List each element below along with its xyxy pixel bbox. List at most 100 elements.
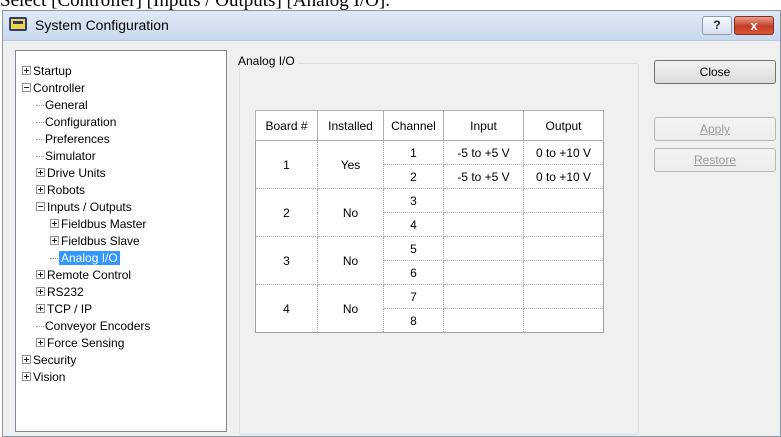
help-button[interactable]: ? [702, 16, 732, 35]
cell-channel[interactable]: 3 [383, 188, 444, 213]
tree-item-label: Conveyor Encoders [45, 319, 151, 333]
tree-item-inputs-outputs[interactable]: Inputs / Outputs [36, 199, 132, 215]
tree-item-label: Vision [33, 370, 66, 384]
tree-item-label: General [45, 98, 88, 112]
title-bar: System Configuration ? x [3, 11, 780, 41]
cell-output[interactable] [523, 236, 604, 261]
cell-output[interactable] [523, 284, 604, 309]
cell-channel[interactable]: 1 [383, 140, 444, 165]
collapse-icon[interactable] [22, 83, 31, 93]
tree-item-label: Security [33, 353, 77, 367]
expand-icon[interactable] [36, 338, 45, 348]
tree-item-remote-control[interactable]: Remote Control [36, 267, 131, 283]
tree-item-preferences[interactable]: Preferences [36, 131, 110, 147]
expand-icon[interactable] [22, 372, 31, 382]
tree-item-label: Robots [47, 183, 86, 197]
expand-icon[interactable] [36, 168, 45, 178]
cell-input[interactable] [443, 188, 524, 213]
tree-connector [50, 258, 58, 260]
cell-installed[interactable]: No [317, 188, 384, 237]
cell-output[interactable] [523, 308, 604, 333]
cell-input[interactable]: -5 to +5 V [443, 164, 524, 189]
group-title: Analog I/O [235, 54, 298, 68]
header-board: Board # [255, 110, 318, 141]
cell-installed[interactable]: Yes [317, 140, 384, 189]
cell-channel[interactable]: 8 [383, 308, 444, 333]
cell-input[interactable] [443, 308, 524, 333]
expand-icon[interactable] [22, 355, 31, 365]
expand-icon[interactable] [36, 185, 45, 195]
tree-item-label: Inputs / Outputs [47, 200, 132, 214]
tree-item-drive-units[interactable]: Drive Units [36, 165, 106, 181]
cell-board[interactable]: 1 [255, 140, 318, 189]
cell-channel[interactable]: 7 [383, 284, 444, 309]
header-input: Input [443, 110, 524, 141]
tree-item-configuration[interactable]: Configuration [36, 114, 116, 130]
header-installed: Installed [317, 110, 384, 141]
tree-item-rs232[interactable]: RS232 [36, 284, 84, 300]
cell-output[interactable] [523, 188, 604, 213]
app-monitor-icon [9, 17, 27, 31]
tree-item-robots[interactable]: Robots [36, 182, 85, 198]
tree-item-controller[interactable]: Controller [22, 80, 85, 96]
tree-connector [36, 105, 44, 107]
cell-channel[interactable]: 4 [383, 212, 444, 237]
tree-item-label: Controller [33, 81, 86, 95]
tree-connector [36, 139, 44, 141]
window-close-button[interactable]: x [734, 16, 774, 35]
tree-item-simulator[interactable]: Simulator [36, 148, 96, 164]
tree-item-conveyor-encoders[interactable]: Conveyor Encoders [36, 318, 150, 334]
tree-item-label: TCP / IP [47, 302, 93, 316]
cell-input[interactable]: -5 to +5 V [443, 140, 524, 165]
expand-icon[interactable] [50, 236, 59, 246]
cell-board[interactable]: 3 [255, 236, 318, 285]
config-tree: Startup Controller General Configuration Pre… [15, 50, 227, 432]
analog-io-table: Board # Installed Channel Input Output 1… [255, 110, 604, 333]
collapse-icon[interactable] [36, 202, 45, 212]
cell-channel[interactable]: 2 [383, 164, 444, 189]
tree-item-label: Simulator [45, 149, 96, 163]
cell-output[interactable] [523, 212, 604, 237]
cell-input[interactable] [443, 212, 524, 237]
window-title: System Configuration [35, 17, 169, 33]
tree-item-general[interactable]: General [36, 97, 88, 113]
expand-icon[interactable] [36, 270, 45, 280]
tree-item-label: Remote Control [47, 268, 132, 282]
cell-installed[interactable]: No [317, 284, 384, 333]
tree-item-label: Configuration [45, 115, 117, 129]
cell-output[interactable]: 0 to +10 V [523, 164, 604, 189]
tree-item-analog-i-o[interactable]: Analog I/O [50, 250, 120, 266]
apply-button[interactable]: Apply [654, 117, 776, 141]
tree-item-label: Preferences [45, 132, 110, 146]
tree-item-fieldbus-master[interactable]: Fieldbus Master [50, 216, 146, 232]
expand-icon[interactable] [22, 66, 31, 76]
cell-input[interactable] [443, 260, 524, 285]
expand-icon[interactable] [50, 219, 59, 229]
restore-button[interactable]: Restore [654, 148, 776, 172]
tree-connector [36, 122, 44, 124]
cell-installed[interactable]: No [317, 236, 384, 285]
expand-icon[interactable] [36, 287, 45, 297]
cell-output[interactable]: 0 to +10 V [523, 140, 604, 165]
cell-input[interactable] [443, 236, 524, 261]
tree-item-fieldbus-slave[interactable]: Fieldbus Slave [50, 233, 140, 249]
tree-item-startup[interactable]: Startup [22, 63, 72, 79]
cell-input[interactable] [443, 284, 524, 309]
tree-item-force-sensing[interactable]: Force Sensing [36, 335, 124, 351]
close-button[interactable]: Close [654, 60, 776, 84]
cell-board[interactable]: 4 [255, 284, 318, 333]
cell-output[interactable] [523, 260, 604, 285]
tree-item-label: Drive Units [47, 166, 106, 180]
tree-item-vision[interactable]: Vision [22, 369, 65, 385]
tree-item-label: RS232 [47, 285, 84, 299]
expand-icon[interactable] [36, 304, 45, 314]
table-header-row: Board # Installed Channel Input Output [255, 110, 604, 141]
restore-label: Restore [693, 153, 737, 167]
tree-item-label: Force Sensing [47, 336, 125, 350]
cell-channel[interactable]: 5 [383, 236, 444, 261]
cell-board[interactable]: 2 [255, 188, 318, 237]
tree-item-security[interactable]: Security [22, 352, 76, 368]
cell-channel[interactable]: 6 [383, 260, 444, 285]
tree-item-tcp-ip[interactable]: TCP / IP [36, 301, 92, 317]
system-configuration-dialog: System Configuration ? x Startup Controll… [2, 10, 781, 437]
